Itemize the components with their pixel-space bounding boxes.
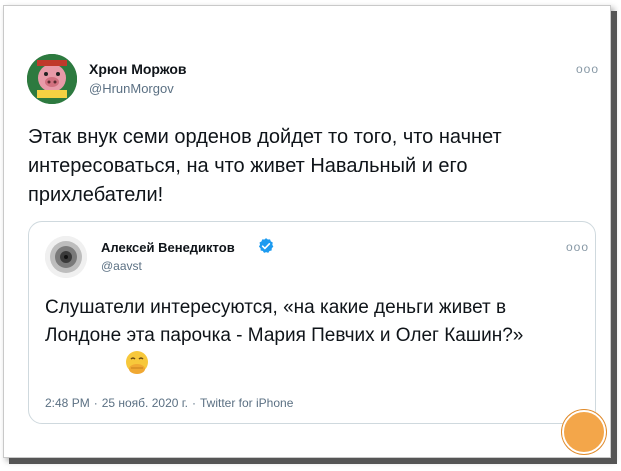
tweet-time[interactable]: 2:48 PM bbox=[45, 396, 90, 410]
quoted-author-handle[interactable]: @aavst bbox=[101, 259, 142, 273]
meta-separator: · bbox=[93, 396, 98, 410]
quoted-author-name[interactable]: Алексей Венедиктов bbox=[101, 240, 235, 255]
quoted-more-options-icon[interactable]: ooo bbox=[566, 240, 589, 254]
author-name[interactable]: Хрюн Моржов bbox=[89, 61, 187, 77]
author-handle[interactable]: @HrunMorgov bbox=[89, 81, 174, 96]
tweet-source[interactable]: Twitter for iPhone bbox=[200, 396, 293, 410]
site-watermark-logo bbox=[562, 410, 606, 454]
face-with-hand-over-mouth-icon bbox=[126, 351, 148, 374]
author-avatar[interactable] bbox=[27, 54, 77, 104]
quoted-tweet-text: Слушатели интересуются, «на какие деньги… bbox=[45, 297, 524, 346]
quoted-tweet[interactable]: Алексей Венедиктов @aavst ooo Слушатели … bbox=[28, 221, 596, 424]
meta-separator: · bbox=[192, 396, 196, 410]
tweet-card: Хрюн Моржов @HrunMorgov ooo Этак внук се… bbox=[3, 5, 611, 458]
tweet-date[interactable]: 25 нояб. 2020 г. bbox=[102, 396, 188, 410]
verified-badge-icon bbox=[258, 238, 274, 253]
quoted-avatar-image bbox=[45, 236, 87, 278]
more-options-icon[interactable]: ooo bbox=[576, 62, 599, 76]
quoted-author-avatar[interactable] bbox=[45, 236, 87, 278]
tweet-text: Этак внук семи орденов дойдет то того, ч… bbox=[28, 126, 502, 206]
avatar-image bbox=[27, 54, 77, 104]
tweet-metadata: 2:48 PM · 25 нояб. 2020 г. · Twitter for iPh… bbox=[45, 396, 293, 410]
